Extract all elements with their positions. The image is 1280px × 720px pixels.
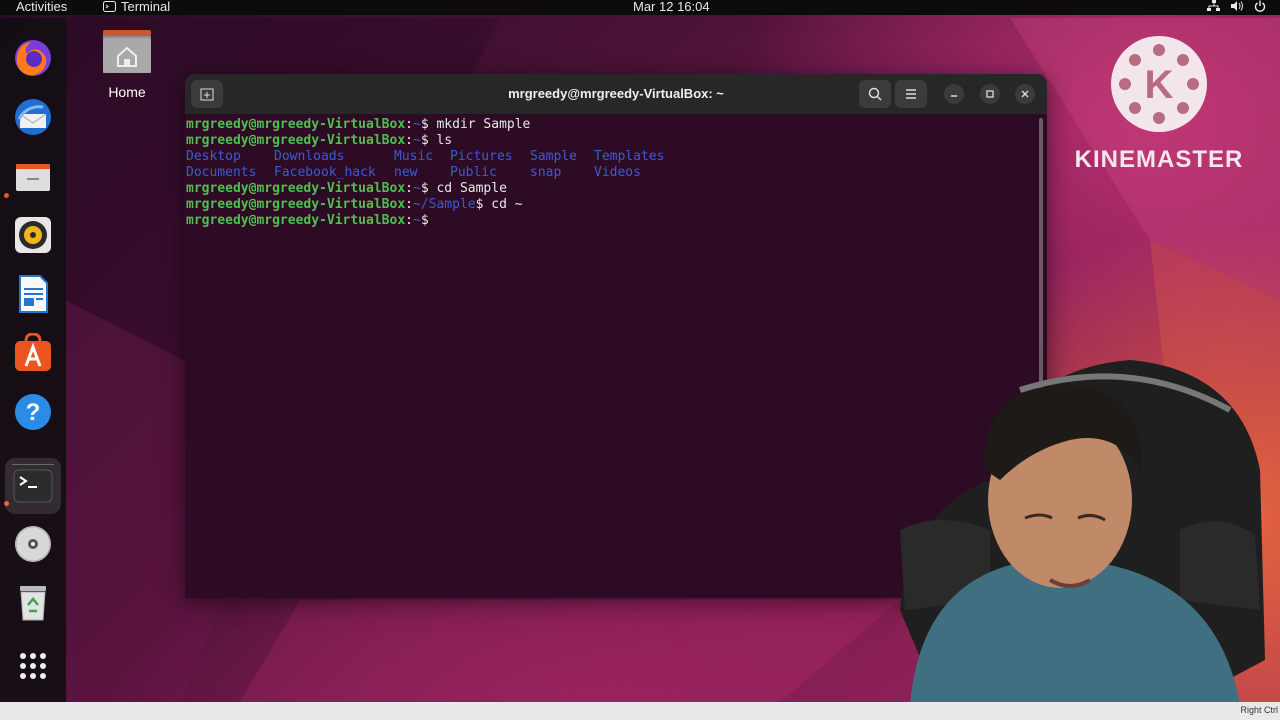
- clock[interactable]: Mar 12 16:04: [633, 0, 710, 14]
- minimize-button[interactable]: [944, 84, 964, 104]
- close-button[interactable]: [1015, 84, 1035, 104]
- help-icon[interactable]: ?: [11, 390, 55, 434]
- prompt-path: ~: [412, 213, 421, 228]
- ls-output-row: Desktop Downloads Music Pictures Sample Templ…: [186, 149, 1040, 165]
- trash-icon[interactable]: [11, 581, 55, 625]
- terminal-line: mrgreedy@mrgreedy-VirtualBox:~$ ls: [186, 133, 453, 148]
- terminal-icon[interactable]: [5, 458, 61, 514]
- prompt-path: ~/Sample: [412, 197, 476, 212]
- command-text: cd Sample: [428, 181, 507, 196]
- kinemaster-watermark: K KINEMASTER: [1074, 36, 1244, 174]
- host-key-label: Right Ctrl: [1240, 705, 1278, 715]
- svg-text:?: ?: [26, 399, 41, 426]
- activities-button[interactable]: Activities: [16, 0, 67, 14]
- vm-status-bar: [0, 702, 1280, 720]
- files-icon[interactable]: [11, 154, 55, 198]
- prompt-path: ~: [412, 133, 421, 148]
- home-folder-icon: [102, 28, 152, 74]
- ls-entry: snap: [530, 165, 562, 180]
- thunderbird-icon[interactable]: [11, 95, 55, 139]
- ls-entry: Downloads: [274, 149, 345, 164]
- ls-entry: Desktop: [186, 149, 241, 164]
- ls-entry: Facebook_hack: [274, 165, 376, 180]
- kinemaster-logo-icon: K: [1111, 36, 1207, 132]
- prompt-user: mrgreedy@mrgreedy-VirtualBox: [186, 117, 406, 132]
- terminal-small-icon: [103, 1, 116, 12]
- terminal-header-bar[interactable]: mrgreedy@mrgreedy-VirtualBox: ~: [185, 74, 1047, 114]
- running-indicator: [4, 193, 9, 198]
- ls-entry: Templates: [594, 149, 665, 164]
- command-text: cd ~: [483, 197, 523, 212]
- prompt-user: mrgreedy@mrgreedy-VirtualBox: [186, 197, 406, 212]
- dock: ?: [0, 18, 66, 702]
- search-icon: [868, 87, 882, 101]
- ls-entry: Pictures: [450, 149, 513, 164]
- app-menu-label: Terminal: [121, 0, 171, 14]
- ls-entry: Sample: [530, 149, 577, 164]
- kinemaster-text: KINEMASTER: [1074, 146, 1244, 173]
- app-center-icon[interactable]: [11, 331, 55, 375]
- prompt-path: ~: [412, 181, 421, 196]
- terminal-line: mrgreedy@mrgreedy-VirtualBox:~$ cd Sampl…: [186, 181, 507, 196]
- dvd-icon[interactable]: [11, 522, 55, 566]
- minimize-icon: [951, 95, 957, 97]
- ls-entry: new: [394, 165, 418, 180]
- top-bar: Activities Terminal Mar 12 16:04: [0, 0, 1280, 15]
- ls-entry: Documents: [186, 165, 257, 180]
- command-text: ls: [428, 133, 453, 148]
- prompt-path: ~: [412, 117, 421, 132]
- maximize-button[interactable]: [980, 84, 1000, 104]
- ls-entry: Public: [450, 165, 497, 180]
- search-button[interactable]: [859, 80, 891, 108]
- menu-button[interactable]: [895, 80, 927, 108]
- kinemaster-letter: K: [1145, 63, 1174, 107]
- ls-entry: Music: [394, 149, 434, 164]
- terminal-line: mrgreedy@mrgreedy-VirtualBox:~$ mkdir Sa…: [186, 117, 531, 132]
- desktop-home-folder[interactable]: Home: [100, 28, 154, 100]
- webcam-overlay: [880, 360, 1280, 705]
- maximize-icon: [986, 90, 994, 98]
- close-icon: [1021, 90, 1029, 98]
- terminal-line: mrgreedy@mrgreedy-VirtualBox:~/Sample$ c…: [186, 197, 523, 212]
- power-icon: [1254, 0, 1266, 12]
- terminal-line: mrgreedy@mrgreedy-VirtualBox:~$: [186, 213, 429, 228]
- command-text: mkdir Sample: [428, 117, 531, 132]
- ls-output-row: Documents Facebook_hack new Public snap Video…: [186, 165, 1040, 181]
- prompt-user: mrgreedy@mrgreedy-VirtualBox: [186, 133, 406, 148]
- hamburger-menu-icon: [906, 89, 916, 99]
- volume-icon: [1231, 1, 1243, 11]
- firefox-icon[interactable]: [11, 36, 55, 80]
- home-folder-label: Home: [108, 84, 146, 100]
- ls-entry: Videos: [594, 165, 641, 180]
- prompt-user: mrgreedy@mrgreedy-VirtualBox: [186, 213, 406, 228]
- show-apps-icon[interactable]: [11, 644, 55, 688]
- network-icon: [1207, 0, 1220, 11]
- webcam-person-image: [900, 360, 1265, 705]
- system-tray[interactable]: [1207, 0, 1266, 12]
- rhythmbox-icon[interactable]: [11, 213, 55, 257]
- prompt-user: mrgreedy@mrgreedy-VirtualBox: [186, 181, 406, 196]
- app-menu[interactable]: Terminal: [103, 0, 170, 14]
- libreoffice-writer-icon[interactable]: [11, 272, 55, 316]
